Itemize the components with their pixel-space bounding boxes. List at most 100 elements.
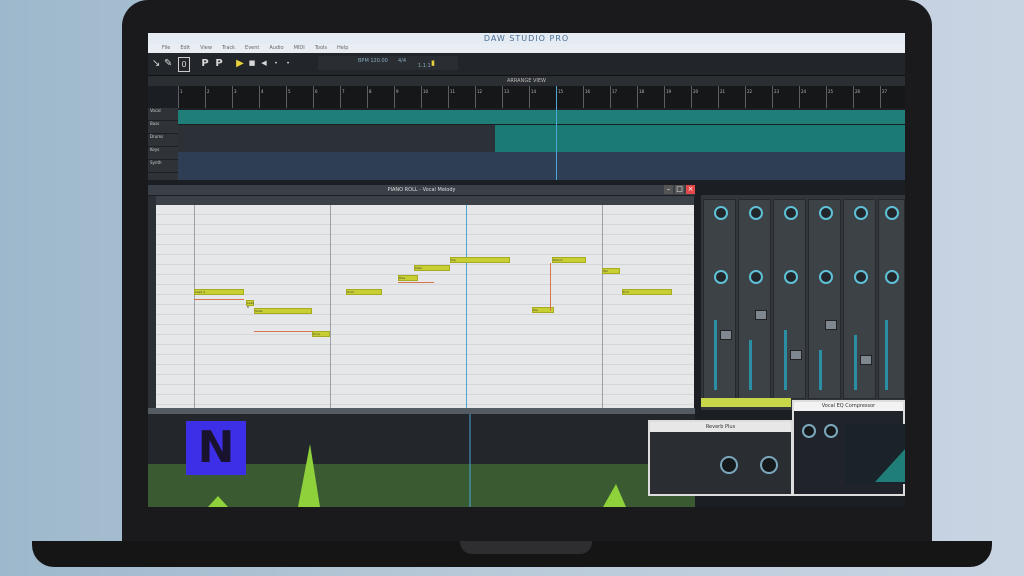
marker-icon[interactable]: ▮ (430, 57, 436, 70)
send-knob[interactable] (885, 270, 899, 284)
midi-note[interactable]: Top (450, 257, 510, 263)
midi-clip[interactable] (178, 152, 905, 180)
ruler-tick (637, 86, 638, 108)
ruler-tick (286, 86, 287, 108)
midi-note[interactable]: Slide (254, 308, 312, 314)
ruler-tick (232, 86, 233, 108)
timeline-ruler[interactable]: 1 2 3 4 5 6 7 8 9 10 11 12 13 14 15 16 17 18 19 20 21 22 23 24 2… (178, 86, 905, 108)
ruler-tick (691, 86, 692, 108)
track-header[interactable]: Keys (148, 147, 178, 160)
pan-knob[interactable] (854, 206, 868, 220)
menu-audio[interactable]: Audio (269, 44, 283, 53)
ruler-label: 10 (423, 89, 429, 94)
midi-note[interactable]: Rise (398, 275, 418, 281)
send-knob[interactable] (784, 270, 798, 284)
record-icon[interactable]: • (284, 57, 292, 70)
menu-event[interactable]: Event (245, 44, 259, 53)
menu-track[interactable]: Track (222, 44, 235, 53)
piano-keys[interactable] (148, 196, 156, 408)
ruler-label: 2 (207, 89, 210, 94)
pointer-tool-icon[interactable]: ↘ (152, 57, 160, 70)
midi-note[interactable]: Hold (346, 289, 382, 295)
eq-curve-display[interactable] (845, 424, 905, 484)
pencil-tool-icon[interactable]: ✎ (164, 57, 172, 70)
punch-mode-icon[interactable]: P (212, 57, 226, 70)
forward-icon[interactable]: • (272, 57, 280, 70)
rewind-icon[interactable]: ◀ (260, 57, 268, 70)
ruler-label: 5 (288, 89, 291, 94)
loop-icon[interactable]: 0 (178, 57, 190, 72)
plugin-knob[interactable] (760, 456, 778, 474)
ruler-tick (664, 86, 665, 108)
ruler-tick (718, 86, 719, 108)
ruler-label: 9 (396, 89, 399, 94)
menu-edit[interactable]: Edit (180, 44, 190, 53)
menu-help[interactable]: Help (337, 44, 348, 53)
level-meter (784, 330, 787, 390)
menu-file[interactable]: File (162, 44, 170, 53)
volume-fader[interactable] (860, 355, 872, 365)
pan-knob[interactable] (885, 206, 899, 220)
ruler-label: 13 (504, 89, 510, 94)
send-knob[interactable] (854, 270, 868, 284)
midi-note[interactable]: End (622, 289, 672, 295)
stop-icon[interactable]: ■ (248, 57, 256, 70)
midi-note[interactable]: Tail (602, 268, 620, 274)
pan-knob[interactable] (714, 206, 728, 220)
pan-knob[interactable] (784, 206, 798, 220)
ruler-tick (367, 86, 368, 108)
audio-clip[interactable] (178, 110, 905, 124)
tempo-readout: BPM 120.00 (358, 58, 388, 64)
ruler-tick (799, 86, 800, 108)
mixer-channel-labels (701, 398, 791, 407)
ruler-tick (610, 86, 611, 108)
ruler-label: 24 (801, 89, 807, 94)
volume-fader[interactable] (755, 310, 767, 320)
track-header[interactable]: Bass (148, 121, 178, 134)
ruler-tick (394, 86, 395, 108)
grid-line (330, 205, 331, 408)
menu-midi[interactable]: MIDI (294, 44, 305, 53)
plugin-knob[interactable] (802, 424, 816, 438)
volume-fader[interactable] (825, 320, 837, 330)
midi-note[interactable]: Drop (312, 331, 330, 337)
meter-readout: 4/4 (398, 58, 407, 64)
ruler-tick (259, 86, 260, 108)
send-knob[interactable] (819, 270, 833, 284)
play-icon[interactable]: ▶ (234, 57, 246, 70)
ruler-tick (826, 86, 827, 108)
pan-knob[interactable] (819, 206, 833, 220)
piano-roll-ruler[interactable] (156, 196, 694, 205)
send-knob[interactable] (714, 270, 728, 284)
record-mode-icon[interactable]: P (198, 57, 212, 70)
ruler-tick (583, 86, 584, 108)
ruler-tick (880, 86, 881, 108)
plugin-window-eq: Vocal EQ Compressor (792, 400, 905, 496)
maximize-icon[interactable]: □ (675, 185, 684, 194)
track-header[interactable]: Drums (148, 134, 178, 147)
ruler-tick (745, 86, 746, 108)
menu-tools[interactable]: Tools (315, 44, 327, 53)
midi-note[interactable]: Lead A (194, 289, 244, 295)
midi-note[interactable]: Lead B (246, 300, 254, 309)
track-header[interactable]: Vocal (148, 108, 178, 121)
minimize-icon[interactable]: – (664, 185, 673, 194)
plugin-knob[interactable] (824, 424, 838, 438)
playhead[interactable] (556, 86, 557, 180)
plugin-knob[interactable] (720, 456, 738, 474)
ruler-label: 23 (774, 89, 780, 94)
volume-fader[interactable] (720, 330, 732, 340)
midi-note[interactable]: Peak (414, 265, 450, 271)
ruler-label: 21 (720, 89, 726, 94)
send-knob[interactable] (749, 270, 763, 284)
track-header[interactable]: Synth (148, 160, 178, 173)
midi-note[interactable]: Return (552, 257, 586, 263)
piano-roll-grid[interactable]: Lead A Lead B Slide Drop Hold Rise Peak … (156, 205, 694, 408)
volume-fader[interactable] (790, 350, 802, 360)
close-icon[interactable]: × (686, 185, 695, 194)
ruler-label: 19 (666, 89, 672, 94)
ruler-tick (502, 86, 503, 108)
menu-view[interactable]: View (200, 44, 212, 53)
pan-knob[interactable] (749, 206, 763, 220)
track-lane (178, 125, 495, 152)
